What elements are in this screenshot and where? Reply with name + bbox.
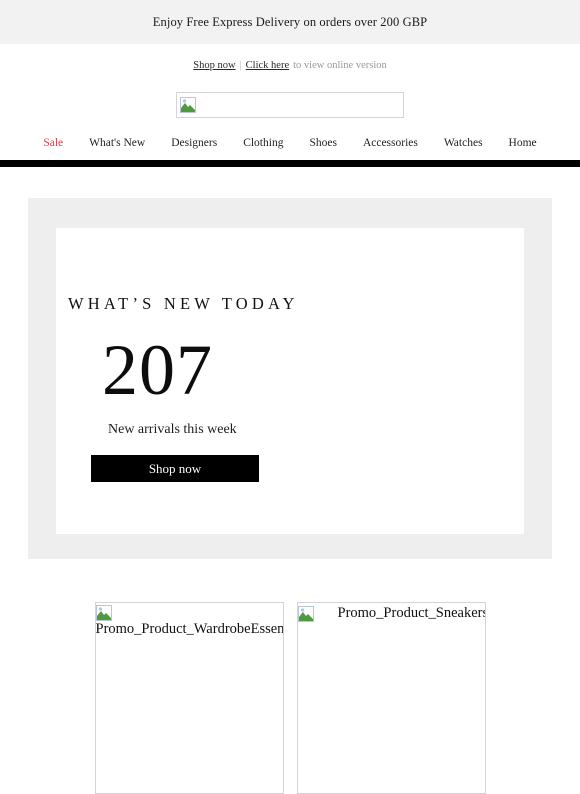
- hero-card: WHAT’S NEW TODAY 207 New arrivals this w…: [56, 228, 524, 534]
- hero-shop-now-button[interactable]: Shop now: [91, 455, 259, 482]
- preheader-tail-text: to view online version: [293, 59, 387, 71]
- product-alt-text: Promo_Product_Sneakers: [337, 605, 486, 621]
- preheader: Shop now | Click here to view online ver…: [0, 44, 580, 86]
- nav-item-home[interactable]: Home: [496, 137, 550, 149]
- broken-image-icon: [180, 97, 196, 113]
- logo-row: [0, 86, 580, 118]
- broken-image-icon: [95, 605, 112, 621]
- nav-item-accessories[interactable]: Accessories: [350, 137, 431, 149]
- preheader-separator: |: [239, 59, 242, 71]
- hero-subtitle: New arrivals this week: [108, 422, 237, 437]
- nav-item-shoes[interactable]: Shoes: [296, 137, 349, 149]
- nav-item-sale[interactable]: Sale: [30, 137, 76, 149]
- product-alt-text: Promo_Product_WardrobeEssentials: [95, 621, 283, 637]
- hero-title: WHAT’S NEW TODAY: [68, 294, 299, 313]
- broken-image-icon: [297, 605, 314, 622]
- nav-item-designers[interactable]: Designers: [158, 137, 230, 149]
- product-grid: Promo_Product_WardrobeEssentials Promo_P…: [0, 602, 580, 794]
- nav-item-whats-new[interactable]: What's New: [76, 137, 158, 149]
- nav-item-watches[interactable]: Watches: [431, 137, 496, 149]
- nav-item-clothing[interactable]: Clothing: [230, 137, 296, 149]
- hero-count: 207: [102, 330, 213, 410]
- product-alt-row: Promo_Product_Sneakers: [297, 603, 486, 622]
- promo-banner: Enjoy Free Express Delivery on orders ov…: [0, 0, 580, 44]
- shop-now-link[interactable]: Shop now: [193, 60, 235, 71]
- promo-banner-text: Enjoy Free Express Delivery on orders ov…: [152, 14, 428, 29]
- click-here-link[interactable]: Click here: [246, 60, 289, 71]
- main-nav: Sale What's New Designers Clothing Shoes…: [0, 118, 580, 160]
- product-tile-wardrobe-essentials[interactable]: Promo_Product_WardrobeEssentials: [94, 602, 284, 794]
- product-alt-row: Promo_Product_WardrobeEssentials: [95, 603, 283, 638]
- product-tile-sneakers[interactable]: Promo_Product_Sneakers: [296, 602, 486, 794]
- hero-panel: WHAT’S NEW TODAY 207 New arrivals this w…: [28, 198, 552, 559]
- logo-broken-image[interactable]: [176, 92, 404, 118]
- nav-divider-rule: [0, 160, 580, 167]
